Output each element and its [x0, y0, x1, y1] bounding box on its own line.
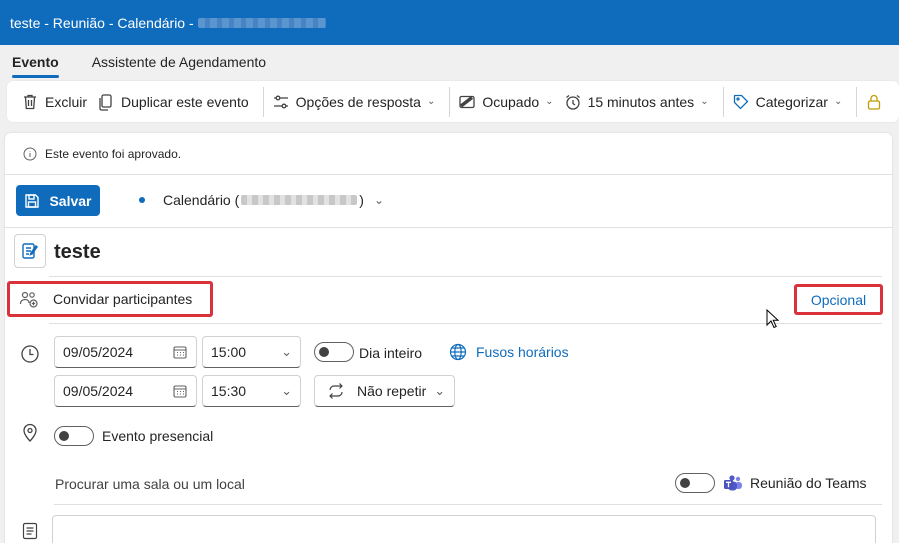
delete-label: Excluir: [45, 93, 88, 110]
end-date-value: 09/05/2024: [63, 383, 134, 399]
save-icon: [25, 193, 40, 208]
window-titlebar: teste - Reunião - Calendário -: [0, 0, 899, 45]
calendar-label-suffix: ): [359, 192, 364, 208]
response-options-label: Opções de resposta: [295, 93, 421, 110]
event-description-editor[interactable]: [52, 515, 876, 543]
options-sliders-icon: [273, 95, 288, 108]
teams-meeting-label: Reunião do Teams: [750, 475, 867, 491]
all-day-toggle[interactable]: [314, 342, 354, 362]
chevron-down-icon: ⌄: [700, 96, 709, 107]
calendar-icon: [173, 385, 187, 398]
chevron-down-icon: ⌄: [281, 383, 292, 398]
chevron-down-icon: ⌄: [833, 96, 843, 107]
copy-icon: [99, 93, 112, 111]
people-add-icon: [19, 291, 38, 308]
duplicate-button[interactable]: Duplicar este evento: [95, 87, 257, 117]
busy-status-icon: [459, 95, 475, 108]
optional-label: Opcional: [810, 291, 867, 308]
duplicate-label: Duplicar este evento: [121, 93, 249, 110]
approval-notice: Este evento foi aprovado.: [23, 147, 181, 161]
calendar-label-prefix: Calendário (: [163, 192, 240, 208]
start-date-input[interactable]: 09/05/2024: [54, 336, 197, 368]
divider: [49, 276, 882, 277]
tab-evento[interactable]: Evento: [12, 54, 59, 78]
location-pin-icon: [23, 423, 37, 442]
teams-meeting-toggle[interactable]: [675, 473, 715, 493]
show-as-label: Ocupado: [482, 93, 540, 110]
calendar-color-dot: [139, 197, 145, 203]
event-title[interactable]: teste: [54, 241, 101, 264]
calendar-selector[interactable]: Calendário ( ) ⌄: [139, 192, 384, 208]
response-options-button[interactable]: Opções de resposta ⌄: [270, 87, 444, 117]
in-person-label: Evento presencial: [102, 428, 214, 444]
mouse-cursor-icon: [766, 309, 780, 329]
reminder-dropdown[interactable]: 15 minutos antes ⌄: [562, 87, 717, 117]
repeat-icon: [329, 383, 343, 399]
divider: [5, 227, 892, 228]
optional-attendees-link[interactable]: Opcional: [794, 284, 883, 315]
categorize-dropdown[interactable]: Categorizar ⌄: [730, 87, 851, 117]
all-day-label: Dia inteiro: [359, 345, 423, 361]
divider: [5, 174, 892, 175]
start-time-dropdown[interactable]: 15:00 ⌄: [202, 336, 301, 368]
location-search-input[interactable]: Procurar uma sala ou um local: [55, 476, 245, 492]
teams-icon: [724, 475, 742, 491]
private-button[interactable]: [863, 87, 897, 117]
alarm-clock-icon: [565, 94, 580, 110]
redacted-calendar-owner: [241, 195, 358, 205]
tab-assistente-agendamento[interactable]: Assistente de Agendamento: [92, 54, 266, 78]
notepad-edit-icon: [22, 243, 38, 259]
divider: [54, 504, 882, 505]
notice-text: Este evento foi aprovado.: [45, 147, 182, 161]
globe-icon: [449, 343, 467, 361]
ribbon-tabs: Evento Assistente de Agendamento: [0, 45, 899, 78]
info-icon: [23, 147, 37, 161]
command-toolbar: Excluir Duplicar este evento Opções de r…: [7, 81, 899, 122]
invite-attendees-placeholder: Convidar participantes: [53, 291, 193, 307]
chevron-down-icon: ⌄: [434, 383, 446, 398]
lock-icon: [868, 94, 881, 110]
categorize-label: Categorizar: [755, 93, 828, 110]
end-time-dropdown[interactable]: 15:30 ⌄: [202, 375, 301, 407]
toolbar-divider: [722, 86, 724, 117]
toolbar-divider: [449, 86, 451, 117]
end-time-value: 15:30: [211, 383, 247, 399]
trash-icon: [24, 94, 36, 109]
repeat-dropdown[interactable]: Não repetir ⌄: [314, 375, 455, 407]
show-as-dropdown[interactable]: Ocupado ⌄: [456, 87, 561, 117]
event-type-icon-button[interactable]: [14, 234, 46, 268]
start-date-value: 09/05/2024: [63, 344, 134, 360]
reminder-label: 15 minutos antes: [587, 93, 695, 110]
tag-icon: [733, 94, 748, 109]
redacted-email: [197, 17, 326, 28]
chevron-down-icon: ⌄: [373, 193, 384, 207]
save-label: Salvar: [49, 192, 92, 209]
chevron-down-icon: ⌄: [545, 96, 554, 107]
divider: [49, 323, 882, 324]
clock-icon: [21, 345, 39, 363]
chevron-down-icon: ⌄: [281, 344, 292, 359]
notes-icon: [22, 522, 38, 540]
start-time-value: 15:00: [211, 344, 247, 360]
toolbar-divider: [856, 86, 858, 117]
delete-button[interactable]: Excluir: [19, 87, 95, 117]
time-zones-link[interactable]: Fusos horários: [476, 344, 569, 360]
end-date-input[interactable]: 09/05/2024: [54, 375, 197, 407]
repeat-value: Não repetir: [357, 383, 427, 399]
chevron-down-icon: ⌄: [426, 96, 436, 107]
invite-attendees-field[interactable]: Convidar participantes: [7, 281, 213, 317]
toolbar-divider: [262, 86, 264, 117]
save-button[interactable]: Salvar: [16, 185, 100, 216]
in-person-toggle[interactable]: [54, 426, 94, 446]
event-form: Este evento foi aprovado. Salvar Calendá…: [5, 133, 892, 543]
calendar-icon: [173, 346, 187, 359]
window-title: teste - Reunião - Calendário -: [10, 14, 194, 31]
